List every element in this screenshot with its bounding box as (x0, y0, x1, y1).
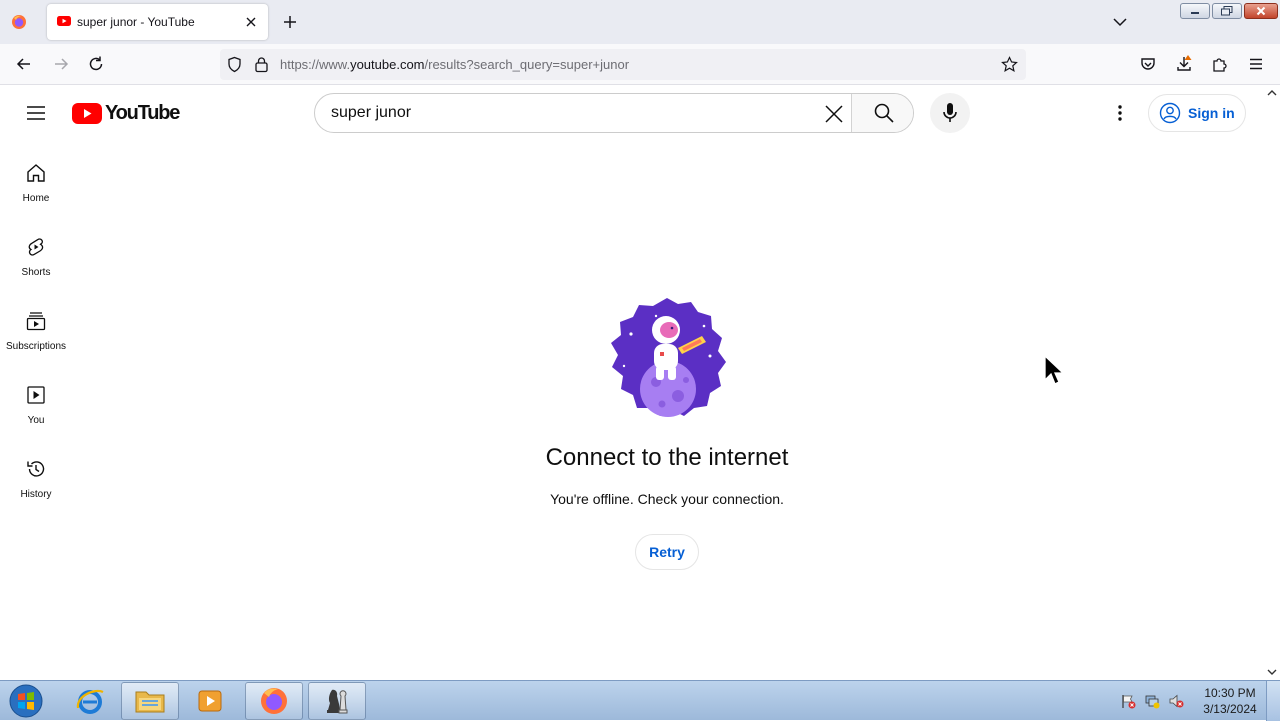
taskbar-file-explorer[interactable] (121, 682, 179, 720)
account-icon (1159, 102, 1181, 124)
network-icon[interactable] (1144, 693, 1160, 709)
taskbar-chess[interactable] (308, 682, 366, 720)
guide-menu-icon[interactable] (26, 103, 46, 123)
pocket-icon[interactable] (1139, 55, 1157, 73)
shorts-icon (28, 238, 44, 256)
file-explorer-icon (135, 691, 165, 713)
action-center-flag-icon[interactable] (1120, 693, 1136, 709)
history-icon (27, 461, 45, 477)
shield-icon[interactable] (226, 56, 243, 73)
url-text[interactable]: https://www.youtube.com/results?search_q… (280, 57, 629, 72)
browser-tab-active[interactable]: super junor - YouTube (47, 4, 268, 40)
star-icon[interactable] (1001, 56, 1018, 73)
sidebar-item-home[interactable]: Home (0, 150, 72, 220)
scroll-down-icon[interactable] (1265, 666, 1279, 678)
clock-date: 3/13/2024 (1203, 702, 1257, 716)
search-icon (874, 103, 894, 123)
tab-title: super junor - YouTube (77, 15, 195, 29)
window-controls (1180, 3, 1278, 20)
reload-icon[interactable] (87, 55, 105, 73)
youtube-favicon (57, 16, 71, 26)
back-icon[interactable] (15, 55, 33, 73)
clear-search-icon[interactable] (823, 103, 845, 125)
browser-navbar: https://www.youtube.com/results?search_q… (0, 44, 1280, 85)
retry-button[interactable]: Retry (635, 534, 699, 570)
extensions-icon[interactable] (1211, 55, 1229, 73)
taskbar-clock[interactable]: 10:30 PM 3/13/2024 (1190, 685, 1270, 717)
more-options-icon[interactable] (1110, 103, 1130, 123)
microphone-icon (943, 103, 957, 122)
offline-astronaut-illustration (611, 298, 726, 417)
windows-taskbar: 10:30 PM 3/13/2024 (0, 680, 1280, 721)
sign-in-button[interactable]: Sign in (1148, 94, 1246, 132)
sign-in-label: Sign in (1188, 105, 1235, 121)
new-tab-icon[interactable] (280, 12, 300, 32)
clock-time: 10:30 PM (1204, 686, 1256, 700)
sidebar-item-label: Home (22, 193, 50, 204)
volume-muted-icon[interactable] (1168, 693, 1184, 709)
sidebar-item-label: Shorts (21, 267, 51, 278)
minimize-icon (1191, 12, 1199, 14)
mouse-cursor-icon (1044, 355, 1064, 385)
show-desktop-button[interactable] (1266, 681, 1280, 721)
menu-icon[interactable] (1247, 55, 1265, 73)
offline-subtitle: You're offline. Check your connection. (550, 491, 784, 507)
sidebar-item-label: Subscriptions (5, 341, 67, 352)
youtube-logo[interactable]: YouTube (72, 101, 180, 124)
browser-tabstrip: super junor - YouTube (0, 0, 1280, 44)
internet-explorer-icon (76, 689, 104, 714)
search-button[interactable] (851, 94, 913, 132)
taskbar-firefox[interactable] (245, 682, 303, 720)
lock-icon[interactable] (254, 56, 269, 73)
media-player-icon (198, 690, 222, 712)
sidebar-item-history[interactable]: History (0, 446, 72, 516)
system-tray (1120, 693, 1184, 709)
sidebar-item-shorts[interactable]: Shorts (0, 224, 72, 294)
close-tab-icon[interactable] (244, 15, 258, 29)
taskbar-media-player[interactable] (181, 682, 239, 720)
sidebar-item-you[interactable]: You (0, 372, 72, 442)
voice-search-button[interactable] (930, 93, 970, 133)
firefox-icon[interactable] (11, 14, 27, 30)
url-host: youtube.com (350, 57, 425, 72)
url-prefix: https://www. (280, 57, 351, 72)
url-path: /results?search_query=super+junor (424, 57, 630, 72)
subscriptions-icon (26, 312, 46, 331)
youtube-logo-text: YouTube (105, 101, 180, 124)
sidebar-item-subscriptions[interactable]: Subscriptions (0, 298, 72, 368)
restore-icon (1221, 6, 1233, 16)
you-icon (27, 386, 45, 404)
download-icon[interactable] (1175, 55, 1193, 73)
youtube-play-icon (72, 102, 102, 124)
close-window-button[interactable] (1244, 3, 1278, 19)
taskbar-internet-explorer[interactable] (61, 682, 119, 720)
minimize-button[interactable] (1180, 3, 1210, 19)
offline-title: Connect to the internet (545, 444, 789, 471)
scroll-up-icon[interactable] (1265, 87, 1279, 99)
chess-icon (327, 689, 348, 714)
firefox-icon (261, 688, 287, 714)
search-box[interactable]: super junor (314, 93, 914, 133)
restore-button[interactable] (1212, 3, 1242, 19)
home-icon (27, 164, 45, 182)
sidebar-item-label: You (27, 415, 45, 426)
search-input[interactable]: super junor (331, 104, 411, 122)
start-button-icon[interactable] (7, 683, 45, 719)
url-bar[interactable]: https://www.youtube.com/results?search_q… (220, 49, 1026, 80)
forward-icon[interactable] (52, 55, 70, 73)
close-icon (1256, 6, 1266, 16)
sidebar-item-label: History (20, 489, 52, 500)
chevron-down-icon[interactable] (1111, 13, 1129, 31)
